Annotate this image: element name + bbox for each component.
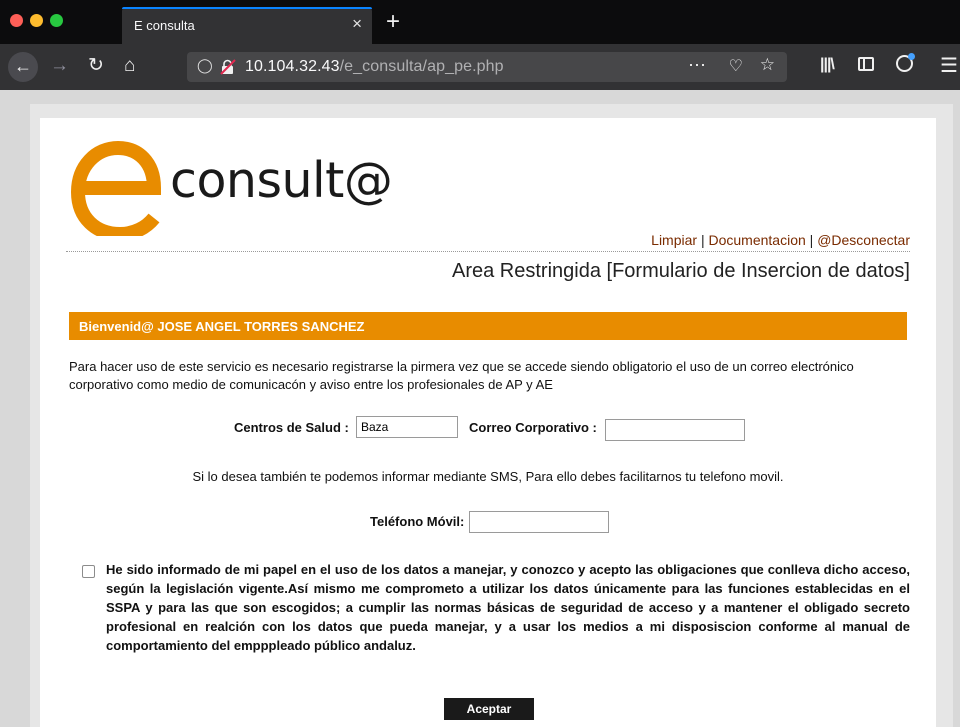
browser-tab-bar: E consulta × +: [0, 0, 960, 44]
logo-e-mark: [70, 140, 162, 236]
page-title: Area Restringida [Formulario de Insercio…: [451, 260, 910, 282]
movil-input[interactable]: [469, 511, 609, 533]
menu-icon[interactable]: ☰: [940, 53, 958, 78]
shield-icon[interactable]: ◯: [197, 57, 213, 74]
url-text[interactable]: 10.104.32.43/e_consulta/ap_pe.php: [245, 58, 504, 76]
intro-text: Para hacer uso de este servicio es neces…: [69, 359, 854, 392]
desconectar-link[interactable]: @Desconectar: [817, 232, 910, 248]
back-arrow-icon[interactable]: ←: [8, 52, 38, 82]
window-zoom-button[interactable]: [50, 14, 63, 27]
tab-close-icon[interactable]: ×: [352, 14, 362, 34]
tab-active-indicator: [122, 7, 372, 9]
top-links: Limpiar | Documentacion | @Desconectar: [651, 232, 910, 248]
window-minimize-button[interactable]: [30, 14, 43, 27]
limpiar-link[interactable]: Limpiar: [651, 232, 697, 248]
forward-arrow-icon[interactable]: →: [50, 54, 69, 78]
econsulta-logo: consult@: [66, 126, 446, 236]
bookmark-star-icon[interactable]: ☆: [760, 55, 775, 75]
consent-checkbox[interactable]: [82, 565, 95, 578]
tab-title: E consulta: [134, 18, 195, 33]
divider: [66, 251, 910, 252]
new-tab-button[interactable]: +: [386, 8, 400, 36]
consent-text: He sido informado de mi papel en el uso …: [106, 562, 910, 653]
welcome-banner: Bienvenid@ JOSE ANGEL TORRES SANCHEZ: [69, 312, 907, 340]
correo-label: Correo Corporativo :: [469, 420, 597, 435]
browser-tab[interactable]: E consulta ×: [122, 7, 372, 44]
page-content: consult@ Limpiar | Documentacion | @Desc…: [40, 118, 936, 727]
logo-wordmark: consult@: [170, 152, 393, 209]
link-separator: |: [809, 232, 814, 248]
account-notification-dot: [908, 53, 915, 60]
window-close-button[interactable]: [10, 14, 23, 27]
sidebar-icon[interactable]: [858, 57, 874, 71]
insecure-lock-icon[interactable]: [220, 59, 236, 75]
reload-icon[interactable]: ↻: [88, 54, 104, 78]
library-icon[interactable]: |||\: [820, 56, 835, 74]
page-actions-icon[interactable]: ⋯: [688, 55, 707, 76]
movil-label: Teléfono Móvil:: [370, 514, 465, 529]
accept-button[interactable]: Aceptar: [444, 698, 534, 720]
home-icon[interactable]: ⌂: [124, 54, 135, 78]
documentacion-link[interactable]: Documentacion: [708, 232, 805, 248]
browser-nav-bar: ← → ↻ ⌂ ◯ 10.104.32.43/e_consulta/ap_pe.…: [0, 44, 960, 90]
centros-label: Centros de Salud :: [234, 420, 349, 435]
sms-info-text: Si lo desea también te podemos informar …: [192, 469, 784, 484]
correo-input[interactable]: [605, 419, 745, 441]
centros-input[interactable]: [356, 416, 458, 438]
url-path: /e_consulta/ap_pe.php: [339, 58, 504, 75]
pocket-icon[interactable]: ♡: [729, 56, 743, 76]
url-host: 10.104.32.43: [245, 58, 340, 75]
url-bar[interactable]: ◯ 10.104.32.43/e_consulta/ap_pe.php ⋯ ♡ …: [187, 52, 787, 82]
link-separator: |: [700, 232, 705, 248]
